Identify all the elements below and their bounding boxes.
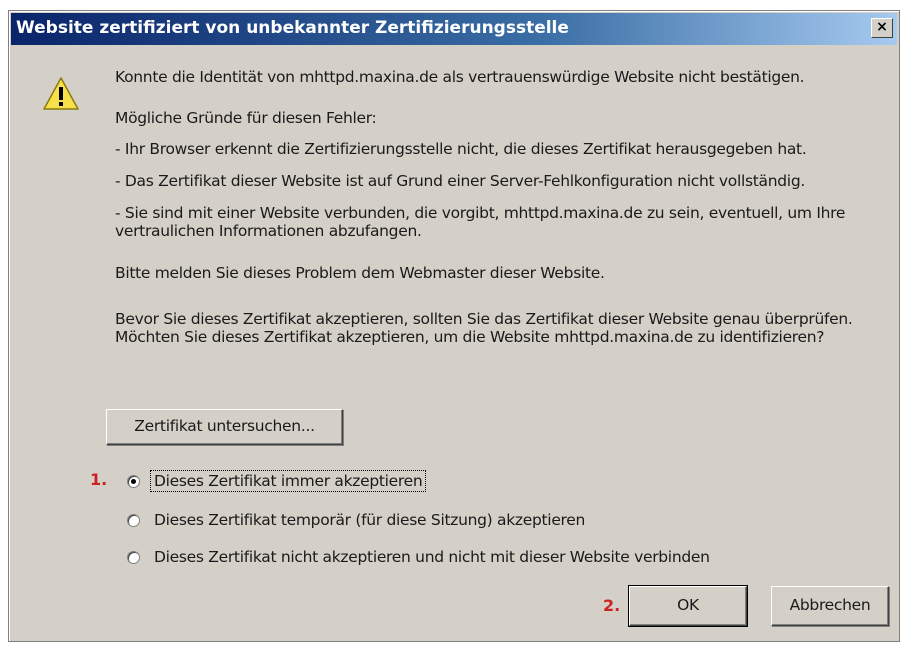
close-button[interactable]: ×	[871, 18, 893, 38]
reason-item: - Ihr Browser erkennt die Zertifizierung…	[115, 140, 807, 158]
step-marker-2: 2.	[603, 596, 621, 615]
step-marker-1: 1.	[90, 470, 108, 489]
certificate-dialog: Website zertifiziert von unbekannter Zer…	[8, 10, 900, 642]
question-text: Bevor Sie dieses Zertifikat akzeptieren,…	[115, 310, 853, 346]
radio-button[interactable]	[127, 551, 140, 564]
radio-selected-dot	[131, 479, 136, 484]
intro-text: Konnte die Identität von mhttpd.maxina.d…	[115, 68, 805, 86]
ok-button[interactable]: OK	[628, 585, 748, 627]
close-icon: ×	[876, 19, 888, 35]
reason-item: - Das Zertifikat dieser Website ist auf …	[115, 172, 805, 190]
option-label: Dieses Zertifikat temporär (für diese Si…	[154, 511, 586, 529]
option-label: Dieses Zertifikat immer akzeptieren	[150, 470, 427, 492]
dialog-title: Website zertifiziert von unbekannter Zer…	[16, 18, 569, 38]
reasons-heading: Mögliche Gründe für diesen Fehler:	[115, 109, 377, 127]
examine-certificate-button[interactable]: Zertifikat untersuchen...	[106, 409, 343, 445]
radio-button[interactable]	[127, 475, 140, 488]
title-bar[interactable]: Website zertifiziert von unbekannter Zer…	[11, 13, 897, 45]
cancel-button[interactable]: Abbrechen	[771, 586, 889, 626]
warning-triangle-icon	[43, 77, 79, 110]
report-text: Bitte melden Sie dieses Problem dem Webm…	[115, 264, 605, 282]
option-label: Dieses Zertifikat nicht akzeptieren und …	[154, 548, 710, 566]
reason-item: - Sie sind mit einer Website verbunden, …	[115, 204, 846, 240]
radio-button[interactable]	[127, 514, 140, 527]
